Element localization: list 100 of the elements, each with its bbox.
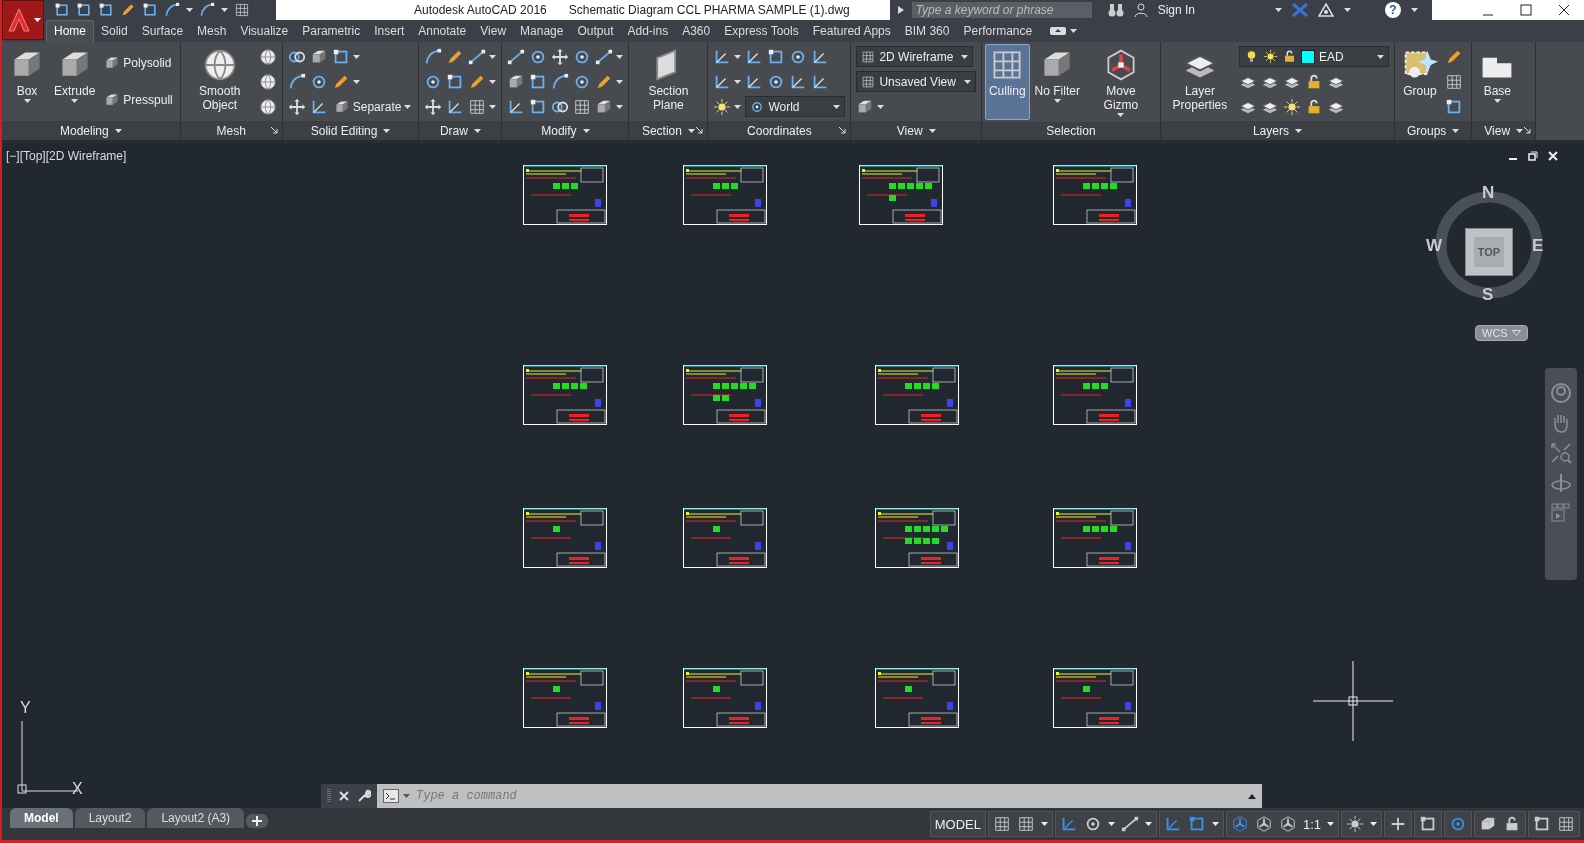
grid-icon[interactable]	[234, 2, 250, 18]
caret-icon[interactable]	[23, 99, 31, 103]
square-icon[interactable]	[54, 2, 70, 18]
pencil-icon[interactable]	[120, 2, 136, 18]
arc-icon[interactable]	[424, 47, 443, 66]
ribbon-tab[interactable]: A360	[675, 21, 718, 42]
sun-icon[interactable]	[1282, 97, 1301, 116]
move-arrows-icon[interactable]	[424, 97, 443, 116]
caret-icon[interactable]	[616, 79, 624, 84]
sphere-icon[interactable]	[258, 97, 277, 116]
caret-icon[interactable]	[489, 104, 497, 109]
ribbon-tab[interactable]: Manage	[513, 21, 571, 42]
grid-icon[interactable]	[468, 97, 487, 116]
caret-icon[interactable]	[1493, 99, 1501, 103]
maximize-icon[interactable]	[1520, 4, 1532, 16]
layout-tab[interactable]: Model	[10, 808, 73, 828]
caret-icon[interactable]	[114, 128, 122, 133]
ribbon-button[interactable]: Extrude	[50, 44, 100, 119]
caret-icon[interactable]	[1070, 29, 1078, 33]
panel-title-bar[interactable]: Layers	[1160, 121, 1394, 140]
sphere-icon[interactable]	[258, 72, 277, 91]
ribbon-button[interactable]: Separate	[331, 97, 414, 116]
caret-icon[interactable]	[616, 54, 624, 59]
sign-in-link[interactable]: Sign In	[1157, 3, 1195, 17]
command-prompt-icon[interactable]	[383, 789, 399, 803]
square-icon[interactable]	[1533, 815, 1551, 833]
caret-icon[interactable]	[1411, 8, 1418, 12]
caret-icon[interactable]	[616, 104, 624, 109]
gizmo-icon[interactable]	[1254, 815, 1273, 833]
sun-icon[interactable]	[1346, 815, 1364, 833]
caret-icon[interactable]	[489, 79, 497, 84]
application-menu-button[interactable]	[2, 0, 44, 40]
ribbon-tab[interactable]: Insert	[367, 21, 412, 42]
restore-icon[interactable]	[1528, 151, 1538, 161]
viewport-controls-label[interactable]: [−][Top][2D Wireframe]	[6, 149, 127, 163]
compass-letter[interactable]: W	[1426, 236, 1443, 256]
grid-icon[interactable]	[573, 97, 592, 116]
compass-letter[interactable]: N	[1482, 183, 1495, 203]
layout-tab[interactable]: Layout2	[74, 808, 146, 828]
dialog-launcher-icon[interactable]	[270, 127, 278, 134]
ribbon-button[interactable]: Culling	[984, 44, 1030, 120]
caret-icon[interactable]	[1294, 128, 1302, 133]
caret-icon[interactable]	[1327, 822, 1334, 826]
caret-icon[interactable]	[734, 54, 742, 59]
ribbon-button[interactable]: Section Plane	[632, 44, 705, 119]
ribbon-button[interactable]: Box	[5, 44, 49, 119]
ribbon-tab[interactable]: Performance	[956, 21, 1040, 42]
panel-title-bar[interactable]: Modeling	[2, 121, 180, 140]
ribbon-button[interactable]: Smooth Object	[183, 44, 256, 119]
ribbon-button[interactable]: Polysolid	[102, 53, 174, 72]
caret-icon[interactable]	[582, 128, 590, 133]
triangle-network-icon[interactable]	[1318, 3, 1334, 17]
ribbon-tab[interactable]: Visualize	[233, 21, 296, 42]
arc-icon[interactable]	[199, 2, 215, 18]
caret-icon[interactable]	[1107, 822, 1115, 826]
command-input-field[interactable]: Type a command	[414, 788, 1244, 804]
compass-letter[interactable]: E	[1532, 236, 1544, 256]
gizmo-icon[interactable]	[1278, 815, 1297, 833]
panel-title-bar[interactable]: Groups	[1394, 121, 1472, 140]
help-button[interactable]: ?	[1385, 2, 1401, 18]
caret-icon[interactable]	[687, 128, 695, 133]
ribbon-tab[interactable]: Parametric	[295, 21, 368, 42]
grid-icon[interactable]	[992, 815, 1011, 833]
panel-title-bar[interactable]: Draw	[419, 121, 502, 140]
circle-icon[interactable]	[1449, 815, 1467, 833]
panel-toggle-icon[interactable]	[1049, 26, 1068, 36]
grid-icon[interactable]	[1016, 815, 1035, 833]
caret-icon[interactable]	[383, 128, 391, 133]
ribbon-tab[interactable]: Home	[46, 20, 94, 42]
caret-icon[interactable]	[734, 104, 742, 109]
square-icon[interactable]	[1419, 815, 1437, 833]
caret-icon[interactable]	[1452, 128, 1460, 133]
ribbon-tab[interactable]: Output	[570, 21, 621, 42]
caret-icon[interactable]	[1053, 99, 1061, 103]
ribbon-button[interactable]: Presspull	[102, 91, 175, 110]
ribbon-button[interactable]: Base	[1475, 44, 1520, 119]
arc-icon[interactable]	[164, 2, 180, 18]
search-field[interactable]: Type a keyword or phrase	[911, 2, 1092, 18]
square-icon[interactable]	[331, 47, 350, 66]
caret-icon[interactable]	[352, 54, 360, 59]
move-arrows-icon[interactable]	[551, 47, 570, 66]
panel-title-bar[interactable]: View	[851, 121, 981, 140]
square-icon[interactable]	[98, 2, 114, 18]
layout-tab[interactable]: Layout2 (A3)	[147, 808, 245, 828]
dropdown-field[interactable]: 2D Wireframe	[856, 46, 974, 67]
line-icon[interactable]	[1120, 815, 1139, 833]
move-arrows-icon[interactable]	[287, 97, 306, 116]
caret-icon[interactable]	[833, 104, 841, 109]
steering-wheel-icon[interactable]	[1550, 382, 1572, 404]
ribbon-tab[interactable]: BIM 360	[897, 21, 957, 42]
gizmo-icon[interactable]	[1230, 815, 1249, 833]
grid-icon[interactable]	[1557, 815, 1575, 833]
sun-icon[interactable]	[713, 97, 732, 116]
command-line-field[interactable]: Type a command	[377, 784, 1262, 808]
square-icon[interactable]	[142, 2, 158, 18]
caret-icon[interactable]	[961, 54, 969, 59]
panel-title-bar[interactable]: Section	[629, 121, 708, 140]
panel-title-bar[interactable]: Coordinates	[708, 121, 851, 140]
dialog-launcher-icon[interactable]	[696, 127, 704, 134]
caret-icon[interactable]	[734, 79, 742, 84]
